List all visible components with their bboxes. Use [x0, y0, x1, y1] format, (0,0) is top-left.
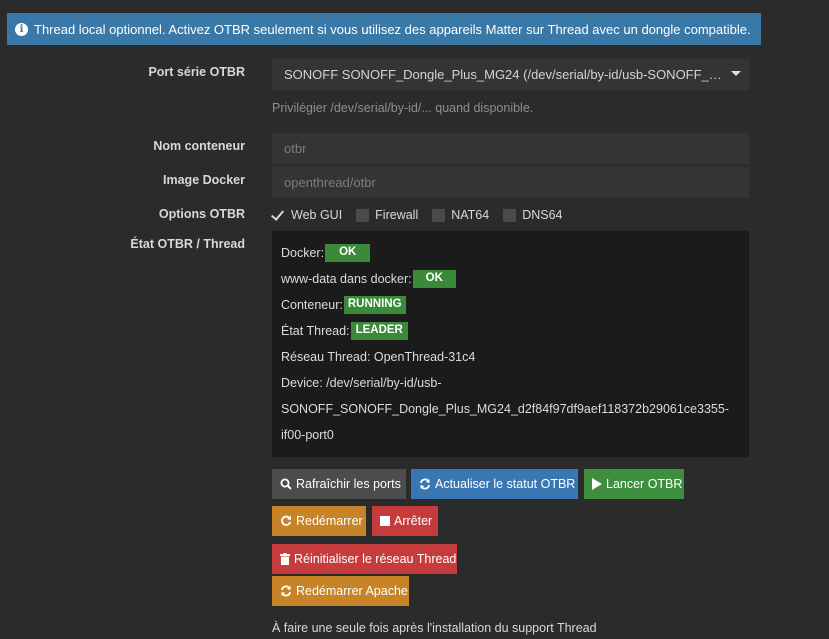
- serial-port-select[interactable]: SONOFF SONOFF_Dongle_Plus_MG24 (/dev/ser…: [272, 59, 749, 90]
- info-alert-text: Thread local optionnel. Activez OTBR seu…: [34, 22, 751, 37]
- refresh-icon: [280, 585, 292, 597]
- refresh-ports-label: Rafraîchir les ports: [296, 477, 401, 491]
- status-row-device-3: if00-port0: [281, 422, 740, 448]
- status-row-device-1: Device: /dev/serial/by-id/usb-: [281, 370, 740, 396]
- container-name-label: Nom conteneur: [0, 139, 245, 153]
- dns64-label: DNS64: [522, 208, 562, 222]
- options-label: Options OTBR: [0, 207, 245, 221]
- web-gui-checkbox[interactable]: [272, 209, 285, 222]
- firewall-label: Firewall: [375, 208, 418, 222]
- status-panel: Docker: OK www-data dans docker: OK Cont…: [272, 231, 749, 457]
- stop-label: Arrêter: [394, 514, 432, 528]
- status-row-wwwdata: www-data dans docker: OK: [281, 266, 740, 292]
- status-row-device-2: SONOFF_SONOFF_Dongle_Plus_MG24_d2f84f97d…: [281, 396, 740, 422]
- chevron-down-icon: [731, 71, 741, 76]
- dns64-checkbox[interactable]: [503, 209, 516, 222]
- docker-status-badge: OK: [325, 244, 370, 262]
- container-name-input[interactable]: [272, 133, 749, 164]
- trash-icon: [280, 553, 290, 565]
- options-group: Web GUI Firewall NAT64 DNS64: [272, 206, 577, 224]
- nat64-label: NAT64: [451, 208, 489, 222]
- update-status-button[interactable]: Actualiser le statut OTBR: [411, 469, 578, 499]
- status-label: État OTBR / Thread: [0, 237, 245, 251]
- info-icon: i: [15, 23, 28, 36]
- device-text-line-2: SONOFF_SONOFF_Dongle_Plus_MG24_d2f84f97d…: [281, 402, 729, 416]
- option-firewall[interactable]: Firewall: [356, 208, 418, 222]
- launch-otbr-button[interactable]: Lancer OTBR: [584, 469, 684, 499]
- update-status-label: Actualiser le statut OTBR: [435, 477, 575, 491]
- reset-thread-network-label: Réinitialiser le réseau Thread: [294, 552, 456, 566]
- footnote-text: À faire une seule fois après l'installat…: [272, 621, 597, 635]
- web-gui-label: Web GUI: [291, 208, 342, 222]
- serial-port-help: Privilégier /dev/serial/by-id/... quand …: [272, 101, 533, 115]
- thread-state-label: État Thread:: [281, 324, 350, 338]
- status-row-docker: Docker: OK: [281, 240, 740, 266]
- launch-otbr-label: Lancer OTBR: [606, 477, 682, 491]
- nat64-checkbox[interactable]: [432, 209, 445, 222]
- stop-button[interactable]: Arrêter: [372, 506, 438, 536]
- device-text-line-3: if00-port0: [281, 428, 334, 442]
- reset-thread-network-button[interactable]: Réinitialiser le réseau Thread: [272, 544, 457, 574]
- refresh-ports-button[interactable]: Rafraîchir les ports: [272, 469, 406, 499]
- restart-apache-label: Redémarrer Apache: [296, 584, 408, 598]
- docker-status-label: Docker:: [281, 246, 324, 260]
- search-icon: [280, 478, 292, 490]
- status-row-thread-state: État Thread: LEADER: [281, 318, 740, 344]
- info-alert: i Thread local optionnel. Activez OTBR s…: [7, 13, 761, 45]
- otbr-settings-page: i Thread local optionnel. Activez OTBR s…: [0, 0, 829, 639]
- docker-image-input[interactable]: [272, 167, 749, 198]
- play-icon: [592, 478, 602, 490]
- restart-icon: [280, 515, 292, 527]
- status-row-container: Conteneur: RUNNING: [281, 292, 740, 318]
- restart-label: Redémarrer: [296, 514, 363, 528]
- serial-port-label: Port série OTBR: [0, 65, 245, 79]
- option-dns64[interactable]: DNS64: [503, 208, 562, 222]
- wwwdata-status-label: www-data dans docker:: [281, 272, 412, 286]
- restart-apache-button[interactable]: Redémarrer Apache: [272, 576, 409, 606]
- container-status-badge: RUNNING: [344, 296, 406, 314]
- thread-state-badge: LEADER: [351, 322, 408, 340]
- restart-button[interactable]: Redémarrer: [272, 506, 366, 536]
- container-status-label: Conteneur:: [281, 298, 343, 312]
- device-text-line-1: Device: /dev/serial/by-id/usb-: [281, 376, 441, 390]
- thread-network-text: Réseau Thread: OpenThread-31c4: [281, 350, 475, 364]
- docker-image-label: Image Docker: [0, 173, 245, 187]
- stop-icon: [380, 516, 390, 526]
- firewall-checkbox[interactable]: [356, 209, 369, 222]
- serial-port-selected-value: SONOFF SONOFF_Dongle_Plus_MG24 (/dev/ser…: [284, 67, 723, 82]
- option-nat64[interactable]: NAT64: [432, 208, 489, 222]
- wwwdata-status-badge: OK: [413, 270, 456, 288]
- status-row-network: Réseau Thread: OpenThread-31c4: [281, 344, 740, 370]
- option-web-gui[interactable]: Web GUI: [272, 208, 342, 222]
- refresh-icon: [419, 478, 431, 490]
